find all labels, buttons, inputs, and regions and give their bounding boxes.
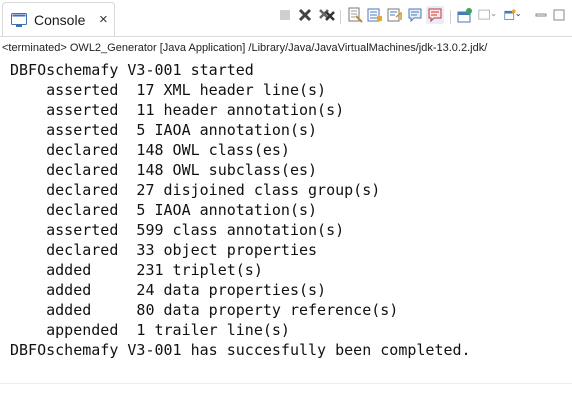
tab-console[interactable]: Console × <box>2 2 115 36</box>
console-line: declared 148 OWL subclass(es) <box>10 161 318 179</box>
minimize-icon[interactable] <box>532 6 550 24</box>
view-tab-bar: Console × <box>0 0 572 36</box>
open-console-icon[interactable] <box>504 6 522 24</box>
console-line: declared 148 OWL class(es) <box>10 141 290 159</box>
terminate-icon[interactable] <box>276 6 294 24</box>
tab-label: Console <box>34 12 86 28</box>
remove-launch-icon[interactable] <box>296 6 314 24</box>
console-line: added 24 data properties(s) <box>10 281 327 299</box>
console-line: declared 33 object properties <box>10 241 318 259</box>
console-line: DBFOschemafy V3-001 has succesfully been… <box>10 341 471 359</box>
scroll-lock-icon[interactable] <box>366 6 384 24</box>
toolbar-separator <box>450 10 451 24</box>
console-line: DBFOschemafy V3-001 started <box>10 61 254 79</box>
console-line: added 231 triplet(s) <box>10 261 263 279</box>
console-line: asserted 17 XML header line(s) <box>10 81 327 99</box>
console-output[interactable]: DBFOschemafy V3-001 started asserted 17 … <box>0 59 572 379</box>
show-on-stdout-icon[interactable] <box>406 6 424 24</box>
display-selected-console-icon[interactable] <box>478 6 496 24</box>
remove-all-terminated-icon[interactable] <box>318 6 336 24</box>
console-line: appended 1 trailer line(s) <box>10 321 290 339</box>
console-line: declared 5 IAOA annotation(s) <box>10 201 318 219</box>
console-icon <box>11 13 27 27</box>
horizontal-scrollbar[interactable] <box>0 383 572 403</box>
word-wrap-icon[interactable] <box>386 6 404 24</box>
clear-console-icon[interactable] <box>346 6 364 24</box>
console-line: asserted 5 IAOA annotation(s) <box>10 121 318 139</box>
show-on-stderr-icon[interactable] <box>426 6 444 24</box>
console-line: declared 27 disjoined class group(s) <box>10 181 381 199</box>
launch-info-bar: <terminated> OWL2_Generator [Java Applic… <box>0 36 572 59</box>
toolbar-separator <box>340 10 341 24</box>
console-line: asserted 11 header annotation(s) <box>10 101 345 119</box>
maximize-icon[interactable] <box>550 6 568 24</box>
close-icon[interactable]: × <box>99 11 108 29</box>
pin-console-icon[interactable] <box>456 6 474 24</box>
console-line: asserted 599 class annotation(s) <box>10 221 345 239</box>
console-line: added 80 data property reference(s) <box>10 301 399 319</box>
launch-description: <terminated> OWL2_Generator [Java Applic… <box>2 42 488 54</box>
